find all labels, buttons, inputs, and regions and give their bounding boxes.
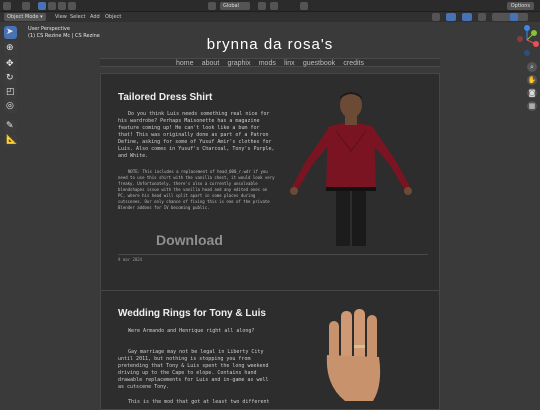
- character-render-image: [290, 92, 412, 246]
- select-invert-icon[interactable]: [68, 2, 76, 10]
- select-subtract-icon[interactable]: [58, 2, 66, 10]
- axis-neg-x-dot[interactable]: [517, 36, 523, 42]
- download-link[interactable]: Download: [156, 232, 223, 248]
- move-tool[interactable]: ✥: [4, 58, 17, 71]
- scale-tool[interactable]: ◰: [4, 86, 17, 99]
- axis-x-dot[interactable]: [533, 41, 539, 47]
- post-body-2a: Were Armando and Henrique right all alon…: [128, 328, 255, 334]
- grid-icon[interactable]: ▦: [527, 101, 537, 111]
- xray-icon[interactable]: [478, 13, 486, 21]
- viewport-header: Object Mode ▾ View Select Add Object: [0, 12, 540, 22]
- viewport-collection: (1) CS Rezine Mc | CS Rezine Mc: [28, 33, 109, 39]
- cursor-arrow-icon: ➤: [6, 27, 14, 37]
- nav-mods[interactable]: mods: [259, 60, 276, 67]
- annotate-tool[interactable]: ✎: [4, 120, 17, 133]
- menu-view[interactable]: View: [55, 13, 67, 21]
- menu-select[interactable]: Select: [70, 13, 85, 21]
- cursor-tool[interactable]: ⊕: [4, 42, 17, 55]
- play-icon[interactable]: [22, 2, 30, 10]
- select-box-tool[interactable]: ➤: [4, 26, 17, 39]
- editor-type-icon[interactable]: [3, 2, 11, 10]
- options-label: Options: [510, 3, 530, 9]
- hand-render-image: [326, 309, 381, 401]
- axis-neg-z-dot[interactable]: [524, 50, 530, 56]
- snap-icon[interactable]: [258, 2, 266, 10]
- nav-home[interactable]: home: [176, 60, 194, 67]
- crosshair-icon: ⊕: [6, 43, 14, 53]
- options-button[interactable]: Options: [506, 2, 534, 10]
- scale-icon: ◰: [6, 87, 15, 97]
- zoom-icon[interactable]: ⌕: [527, 62, 537, 72]
- nav-about[interactable]: about: [202, 60, 220, 67]
- proportional-icon[interactable]: [300, 2, 308, 10]
- orientation-dropdown[interactable]: Global: [220, 2, 250, 10]
- post-note: NOTE: This includes a replacement of hea…: [118, 169, 275, 210]
- visibility-icon[interactable]: [432, 13, 440, 21]
- post-body-2b: Gay marriage may not be legal in Liberty…: [118, 349, 269, 390]
- gizmo-icon[interactable]: [446, 13, 456, 21]
- nav-linx[interactable]: linx: [284, 60, 295, 67]
- post-card-dress-shirt: Tailored Dress Shirt Do you think Luis n…: [100, 73, 440, 297]
- menu-add[interactable]: Add: [90, 13, 100, 21]
- overlay-icon[interactable]: [462, 13, 472, 21]
- post-body: Do you think Luis needs something real n…: [118, 111, 275, 159]
- tool-shelf: ➤ ⊕ ✥ ↻ ◰ ◎ ✎ 📐: [0, 22, 20, 405]
- orientation-label: Global: [223, 3, 239, 9]
- camera-icon[interactable]: ◙: [527, 88, 537, 98]
- post-card-wedding-rings: Wedding Rings for Tony & Luis Were Arman…: [100, 290, 440, 410]
- rotate-icon: ↻: [6, 73, 14, 83]
- select-extend-icon[interactable]: [48, 2, 56, 10]
- ruler-icon: 📐: [6, 135, 18, 145]
- post-title-2: Wedding Rings for Tony & Luis: [118, 308, 266, 319]
- menu-object[interactable]: Object: [105, 13, 121, 21]
- measure-tool[interactable]: 📐: [4, 134, 17, 147]
- mode-dropdown[interactable]: Object Mode ▾: [4, 13, 46, 21]
- nav-guestbook[interactable]: guestbook: [303, 60, 335, 67]
- site-nav: home about graphix mods linx guestbook c…: [100, 58, 440, 67]
- move-icon: ✥: [6, 59, 14, 69]
- rotate-tool[interactable]: ↻: [4, 72, 17, 85]
- select-mode-icon[interactable]: [38, 2, 46, 10]
- blender-top-bar: Global Options: [0, 0, 540, 12]
- site-title: brynna da rosa's: [206, 36, 334, 53]
- shading-solid-active[interactable]: [510, 13, 518, 21]
- website-page: brynna da rosa's home about graphix mods…: [100, 22, 440, 410]
- magnet-icon[interactable]: [270, 2, 278, 10]
- mode-label: Object Mode: [7, 14, 39, 20]
- nav-graphix[interactable]: graphix: [228, 60, 251, 67]
- axis-z-dot[interactable]: [524, 25, 530, 31]
- pencil-icon: ✎: [6, 121, 14, 131]
- transform-tool[interactable]: ◎: [4, 100, 17, 113]
- nav-credits[interactable]: credits: [343, 60, 364, 67]
- axis-y-dot[interactable]: [531, 30, 537, 36]
- post-title: Tailored Dress Shirt: [118, 92, 213, 103]
- post-date: 9 mar 2024: [118, 254, 428, 262]
- pivot-icon[interactable]: [208, 2, 216, 10]
- hand-icon[interactable]: ✋: [527, 75, 537, 85]
- transform-icon: ◎: [6, 101, 14, 111]
- viewport-title: User Perspective: [28, 26, 70, 32]
